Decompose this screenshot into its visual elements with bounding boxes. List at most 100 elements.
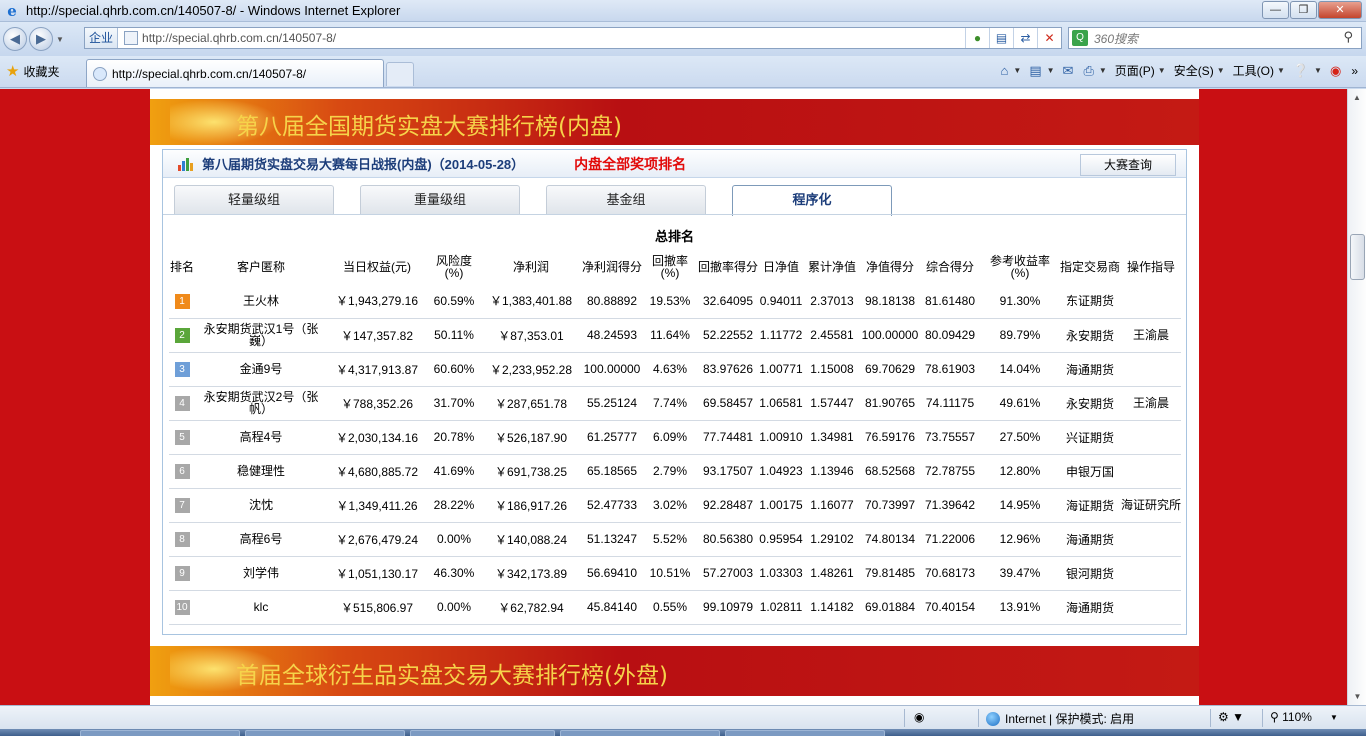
cell-guide <box>1121 590 1181 625</box>
mail-button[interactable]: ✉ <box>1061 63 1078 79</box>
cell-profit-score: 48.24593 <box>581 318 643 353</box>
new-tab-button[interactable] <box>386 62 414 86</box>
cell-name: 刘学伟 <box>195 556 327 591</box>
close-button[interactable]: ✕ <box>1318 1 1362 19</box>
cell-nav-score: 100.00000 <box>861 318 919 353</box>
vertical-scrollbar[interactable]: ▲ ▼ <box>1347 89 1366 705</box>
cell-risk: 0.00% <box>427 590 481 625</box>
compat-icon[interactable]: ● <box>965 28 989 48</box>
cell-guide <box>1121 522 1181 557</box>
taskbar-item[interactable] <box>725 730 885 736</box>
tools-menu[interactable]: 工具(O) ▼ <box>1231 62 1287 79</box>
cell-nav-score: 69.01884 <box>861 590 919 625</box>
header-guide: 操作指导 <box>1126 260 1175 274</box>
cell-name: 高程6号 <box>195 522 327 557</box>
rank-badge: 5 <box>174 430 190 445</box>
cell-profit-score: 45.84140 <box>581 590 643 625</box>
ranking-panel: 第八届期货实盘交易大赛每日战报(内盘)（2014-05-28） 内盘全部奖项排名… <box>162 149 1187 635</box>
restore-button[interactable]: ❐ <box>1290 1 1317 19</box>
browser-tab[interactable]: http://special.qhrb.com.cn/140507-8/ <box>86 59 384 87</box>
chevron-more-button[interactable]: » <box>1349 64 1360 78</box>
tab-programmatic[interactable]: 程序化 <box>732 185 892 216</box>
tab-light-weight[interactable]: 轻量级组 <box>174 185 334 215</box>
search-box[interactable]: Q 360搜索 ⚲ <box>1068 27 1362 49</box>
cell-total-score: 73.75557 <box>919 420 981 455</box>
ranking-table: 排名 客户匿称 当日权益(元) 风险度(%) 净利润 净利润得分 回撤率(%) … <box>169 250 1181 625</box>
cell-equity: ￥147,357.82 <box>327 318 427 353</box>
search-icon[interactable]: ⚲ <box>1343 29 1353 45</box>
header-broker: 指定交易商 <box>1060 260 1121 274</box>
cell-broker: 海通期货 <box>1059 352 1121 387</box>
banner-overseas: 首届全球衍生品实盘交易大赛排行榜(外盘) <box>150 646 1199 696</box>
taskbar-item[interactable] <box>245 730 405 736</box>
refresh-icon[interactable]: ⇄ <box>1013 28 1037 48</box>
help-button[interactable]: ❔ ▼ <box>1291 63 1324 79</box>
tab-page-icon <box>93 66 107 81</box>
cell-nav: 1.04923 <box>759 454 803 489</box>
favorites-button[interactable]: ★ 收藏夹 <box>6 62 59 80</box>
print-button[interactable]: ⎙ ▼ <box>1081 63 1108 79</box>
header-profit-score: 净利润得分 <box>582 260 643 274</box>
group-tabs: 轻量级组 重量级组 基金组 程序化 <box>174 185 1176 216</box>
cell-drawdown: 7.74% <box>643 386 697 421</box>
back-button[interactable]: ◀ <box>3 27 27 51</box>
cell-return: 91.30% <box>981 284 1059 319</box>
cell-rank: 2 <box>169 318 195 353</box>
tab-heavy-weight[interactable]: 重量级组 <box>360 185 520 215</box>
rank-badge: 10 <box>174 600 190 615</box>
cell-total-score: 78.61903 <box>919 352 981 387</box>
zone-dropdown[interactable]: 企业 <box>85 28 119 48</box>
chevron-right-icon: » <box>1351 63 1358 78</box>
bar-chart-icon <box>178 157 194 171</box>
cell-rank: 7 <box>169 488 195 523</box>
cell-guide <box>1121 352 1181 387</box>
zoom-control[interactable]: ⚲ 110% ▼ <box>1270 710 1338 724</box>
security-zone[interactable]: Internet | 保护模式: 启用 <box>986 710 1134 727</box>
cell-nav: 0.94011 <box>759 284 803 319</box>
header-profit: 净利润 <box>512 260 549 274</box>
taskbar-item[interactable] <box>560 730 720 736</box>
forward-button[interactable]: ▶ <box>29 27 53 51</box>
cell-broker: 海证期货 <box>1059 488 1121 523</box>
header-drawdown-score: 回撤率得分 <box>698 260 759 274</box>
tab-fund[interactable]: 基金组 <box>546 185 706 215</box>
cell-total-score: 80.09429 <box>919 318 981 353</box>
cell-drawdown: 6.09% <box>643 420 697 455</box>
cell-rank: 4 <box>169 386 195 421</box>
addon-button[interactable]: ◉ <box>1328 63 1345 79</box>
table-row: 8 高程6号 ￥2,676,479.24 0.00% ￥140,088.24 51.132… <box>169 522 1181 557</box>
cell-broker: 申银万国 <box>1059 454 1121 489</box>
scroll-down-icon[interactable]: ▼ <box>1348 688 1366 705</box>
table-header-row: 排名 客户匿称 当日权益(元) 风险度(%) 净利润 净利润得分 回撤率(%) … <box>169 250 1181 284</box>
safety-menu[interactable]: 安全(S) ▼ <box>1172 62 1227 79</box>
scroll-thumb[interactable] <box>1350 234 1365 280</box>
minimize-button[interactable]: — <box>1262 1 1289 19</box>
cell-broker: 银河期货 <box>1059 556 1121 591</box>
cell-equity: ￥1,943,279.16 <box>327 284 427 319</box>
cell-nav: 1.03303 <box>759 556 803 591</box>
address-input[interactable]: http://special.qhrb.com.cn/140507-8/ <box>142 31 336 45</box>
cell-return: 39.47% <box>981 556 1059 591</box>
cell-total-score: 74.11175 <box>919 386 981 421</box>
compatibility-view-icon[interactable]: ▤ <box>989 28 1013 48</box>
back-arrow-icon: ◀ <box>10 31 20 46</box>
taskbar-item[interactable] <box>80 730 240 736</box>
cell-total-score: 70.68173 <box>919 556 981 591</box>
feeds-button[interactable]: ▤ ▼ <box>1027 63 1056 79</box>
cell-drawdown: 5.52% <box>643 522 697 557</box>
home-button[interactable]: ⌂ ▼ <box>999 63 1024 78</box>
scroll-up-icon[interactable]: ▲ <box>1348 89 1366 106</box>
rank-badge: 4 <box>174 396 190 411</box>
taskbar-item[interactable] <box>410 730 555 736</box>
page-menu[interactable]: 页面(P) ▼ <box>1113 62 1168 79</box>
protected-mode-settings[interactable]: ⚙ ▼ <box>1218 710 1244 724</box>
rank-badge: 3 <box>174 362 190 377</box>
cell-nav-score: 68.52568 <box>861 454 919 489</box>
address-bar[interactable]: 企业 http://special.qhrb.com.cn/140507-8/ … <box>84 27 1062 49</box>
privacy-icon[interactable]: ◉ <box>914 710 924 724</box>
cell-nav: 1.11772 <box>759 318 803 353</box>
stop-icon[interactable]: ✕ <box>1037 28 1061 48</box>
search-input[interactable]: 360搜索 <box>1094 30 1138 47</box>
contest-query-button[interactable]: 大赛查询 <box>1080 154 1176 176</box>
history-dropdown-icon[interactable]: ▼ <box>56 35 64 44</box>
